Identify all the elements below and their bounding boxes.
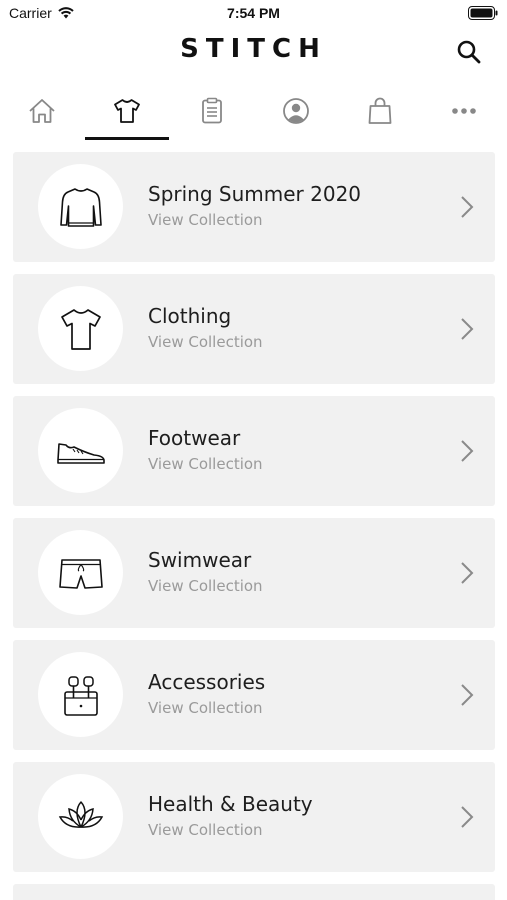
swim-shorts-icon (58, 558, 103, 589)
collection-title: Footwear (148, 426, 241, 450)
card-icon-circle (38, 774, 123, 859)
chevron-right-icon (461, 318, 474, 340)
status-bar: Carrier 7:54 PM (0, 0, 507, 28)
collection-title: Swimwear (148, 548, 252, 572)
view-collection-label: View Collection (148, 699, 263, 717)
collection-list: Spring Summer 2020 View Collection Cloth… (13, 152, 495, 900)
sweater-icon (59, 187, 102, 227)
tab-bag[interactable] (338, 88, 422, 142)
card-icon-circle (38, 530, 123, 615)
chevron-right-icon (461, 684, 474, 706)
card-icon-circle (38, 408, 123, 493)
collection-card-footwear[interactable]: Footwear View Collection (13, 396, 495, 506)
tab-orders[interactable] (170, 88, 254, 142)
home-icon (29, 99, 55, 123)
collection-title: Clothing (148, 304, 232, 328)
tab-home[interactable] (0, 88, 84, 142)
collection-title: Health & Beauty (148, 792, 313, 816)
tab-more[interactable] (422, 88, 506, 142)
view-collection-label: View Collection (148, 333, 263, 351)
chevron-right-icon (461, 196, 474, 218)
collection-title: Accessories (148, 670, 266, 694)
tab-clothing[interactable] (85, 88, 169, 142)
card-icon-circle (38, 164, 123, 249)
earbuds-icon (63, 675, 98, 716)
collection-card-clothing[interactable]: Clothing View Collection (13, 274, 495, 384)
tshirt-icon (114, 99, 140, 123)
view-collection-label: View Collection (148, 211, 263, 229)
stitch-logo: STITCH (180, 34, 327, 64)
chevron-right-icon (461, 440, 474, 462)
chevron-right-icon (461, 562, 474, 584)
shopping-bag-icon (368, 97, 392, 124)
collection-card-accessories[interactable]: Accessories View Collection (13, 640, 495, 750)
status-time: 7:54 PM (227, 5, 280, 21)
view-collection-label: View Collection (148, 577, 263, 595)
sneaker-icon (56, 442, 105, 464)
battery-icon (468, 6, 498, 20)
collection-card-partial[interactable] (13, 884, 495, 900)
chevron-right-icon (461, 806, 474, 828)
user-icon (283, 98, 309, 124)
tshirt-icon (60, 308, 101, 350)
category-tab-bar (0, 88, 507, 142)
tab-account[interactable] (254, 88, 338, 142)
lotus-icon (58, 800, 103, 828)
collection-card-health-beauty[interactable]: Health & Beauty View Collection (13, 762, 495, 872)
active-tab-indicator (85, 137, 169, 140)
view-collection-label: View Collection (148, 455, 263, 473)
view-collection-label: View Collection (148, 821, 263, 839)
collection-card-swimwear[interactable]: Swimwear View Collection (13, 518, 495, 628)
card-icon-circle (38, 286, 123, 371)
collection-card-spring-summer-2020[interactable]: Spring Summer 2020 View Collection (13, 152, 495, 262)
clipboard-icon (202, 97, 222, 124)
app-header: STITCH (0, 30, 507, 74)
card-icon-circle (38, 652, 123, 737)
collection-title: Spring Summer 2020 (148, 182, 362, 206)
search-icon[interactable] (455, 38, 483, 66)
more-icon (452, 108, 476, 114)
